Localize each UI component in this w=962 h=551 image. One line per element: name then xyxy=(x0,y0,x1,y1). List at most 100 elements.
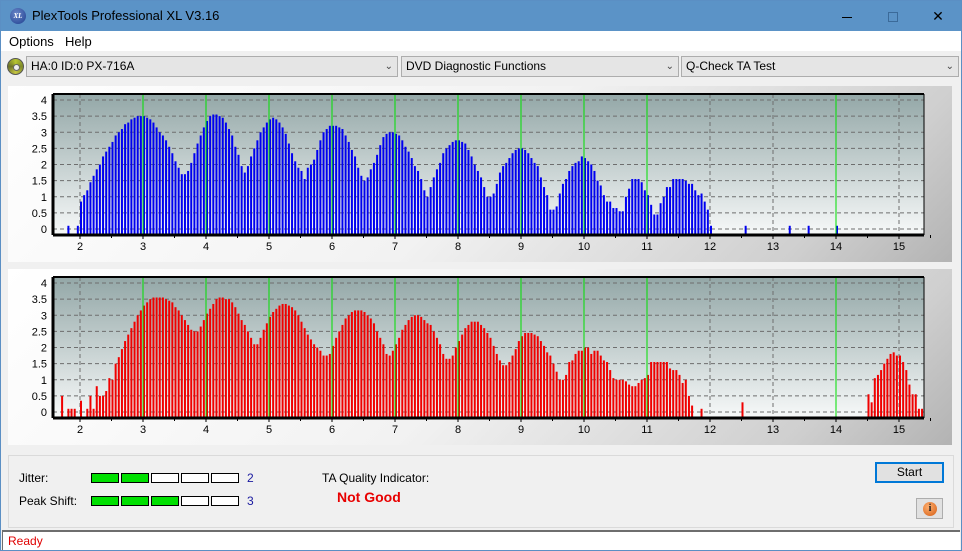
bar xyxy=(322,355,325,418)
bar xyxy=(243,324,246,418)
bar xyxy=(590,353,593,418)
bar xyxy=(580,350,583,418)
bar xyxy=(212,114,215,235)
bar xyxy=(533,162,536,235)
bar xyxy=(149,299,152,418)
bar xyxy=(262,127,265,235)
bar xyxy=(413,315,416,418)
bar xyxy=(278,305,281,418)
x-tick-label: 9 xyxy=(518,424,524,436)
bar xyxy=(634,386,637,418)
bar xyxy=(177,167,180,235)
bar xyxy=(161,135,164,235)
bar xyxy=(130,119,133,235)
maximize-button[interactable] xyxy=(870,1,916,31)
bar xyxy=(442,353,445,418)
bar xyxy=(83,195,86,235)
bar xyxy=(319,140,322,235)
menu-options[interactable]: Options xyxy=(9,34,54,49)
bar xyxy=(120,349,123,418)
drive-select[interactable]: HA:0 ID:0 PX-716A ⌄ xyxy=(26,56,398,77)
bar xyxy=(152,122,155,235)
bar xyxy=(357,167,360,235)
x-tick-label: 2 xyxy=(77,424,83,436)
function-select[interactable]: DVD Diagnostic Functions ⌄ xyxy=(401,56,679,77)
bar xyxy=(218,116,221,235)
bar xyxy=(262,329,265,418)
bar xyxy=(193,153,196,235)
bar xyxy=(237,313,240,418)
info-button[interactable]: i xyxy=(916,498,943,519)
bar xyxy=(319,350,322,418)
bar xyxy=(250,337,253,418)
bar xyxy=(335,125,338,235)
bar xyxy=(473,321,476,418)
test-select[interactable]: Q-Check TA Test ⌄ xyxy=(681,56,959,77)
app-logo-icon: XL xyxy=(10,8,26,24)
x-tick-label: 14 xyxy=(830,241,842,253)
bar xyxy=(546,352,549,418)
close-button[interactable]: ✕ xyxy=(915,1,961,31)
bar xyxy=(376,154,379,235)
bar xyxy=(105,391,108,418)
meter-segment xyxy=(181,473,209,483)
minimize-button[interactable] xyxy=(824,1,870,31)
bar xyxy=(155,127,158,235)
bar xyxy=(423,320,426,418)
bar xyxy=(313,159,316,235)
bar xyxy=(240,320,243,418)
bar xyxy=(624,381,627,418)
bar xyxy=(139,310,142,418)
bar xyxy=(212,303,215,418)
bar xyxy=(105,151,108,235)
bar xyxy=(417,315,420,418)
bar xyxy=(672,179,675,235)
bar xyxy=(347,315,350,418)
bar xyxy=(659,362,662,418)
bar xyxy=(470,321,473,418)
menu-help[interactable]: Help xyxy=(65,34,92,49)
bar xyxy=(505,162,508,235)
bar xyxy=(250,156,253,235)
bar xyxy=(508,158,511,235)
bar xyxy=(873,378,876,418)
bar xyxy=(530,158,533,235)
bar xyxy=(492,345,495,418)
y-tick-label: 0 xyxy=(41,407,47,419)
bar xyxy=(379,337,382,418)
bar xyxy=(322,132,325,235)
bar xyxy=(382,344,385,418)
bar xyxy=(426,323,429,418)
bar xyxy=(155,297,158,418)
bar xyxy=(199,326,202,418)
bar xyxy=(294,161,297,235)
bar xyxy=(524,149,527,235)
bar xyxy=(291,153,294,235)
bar xyxy=(136,315,139,418)
chevron-down-icon: ⌄ xyxy=(945,61,954,72)
start-button[interactable]: Start xyxy=(875,462,944,483)
quality-indicator-label: TA Quality Indicator: xyxy=(322,471,430,485)
y-tick-label: 0.5 xyxy=(32,208,47,220)
x-tick-label: 6 xyxy=(329,424,335,436)
bar xyxy=(120,129,123,235)
bar xyxy=(309,164,312,235)
y-tick-label: 3.5 xyxy=(32,111,47,123)
bar xyxy=(237,154,240,235)
bar xyxy=(80,400,82,418)
bar xyxy=(577,350,580,418)
bar xyxy=(590,164,593,235)
bar xyxy=(335,337,338,418)
bar xyxy=(341,324,344,418)
peak-shift-label: Peak Shift: xyxy=(19,494,78,508)
bar xyxy=(637,179,640,235)
bar xyxy=(369,318,372,418)
bar xyxy=(309,339,312,418)
bar xyxy=(388,132,391,235)
meter-segment xyxy=(181,496,209,506)
bar xyxy=(413,166,416,235)
bar xyxy=(574,162,577,235)
bar xyxy=(174,161,177,235)
bar xyxy=(669,368,672,418)
bar xyxy=(621,211,624,235)
